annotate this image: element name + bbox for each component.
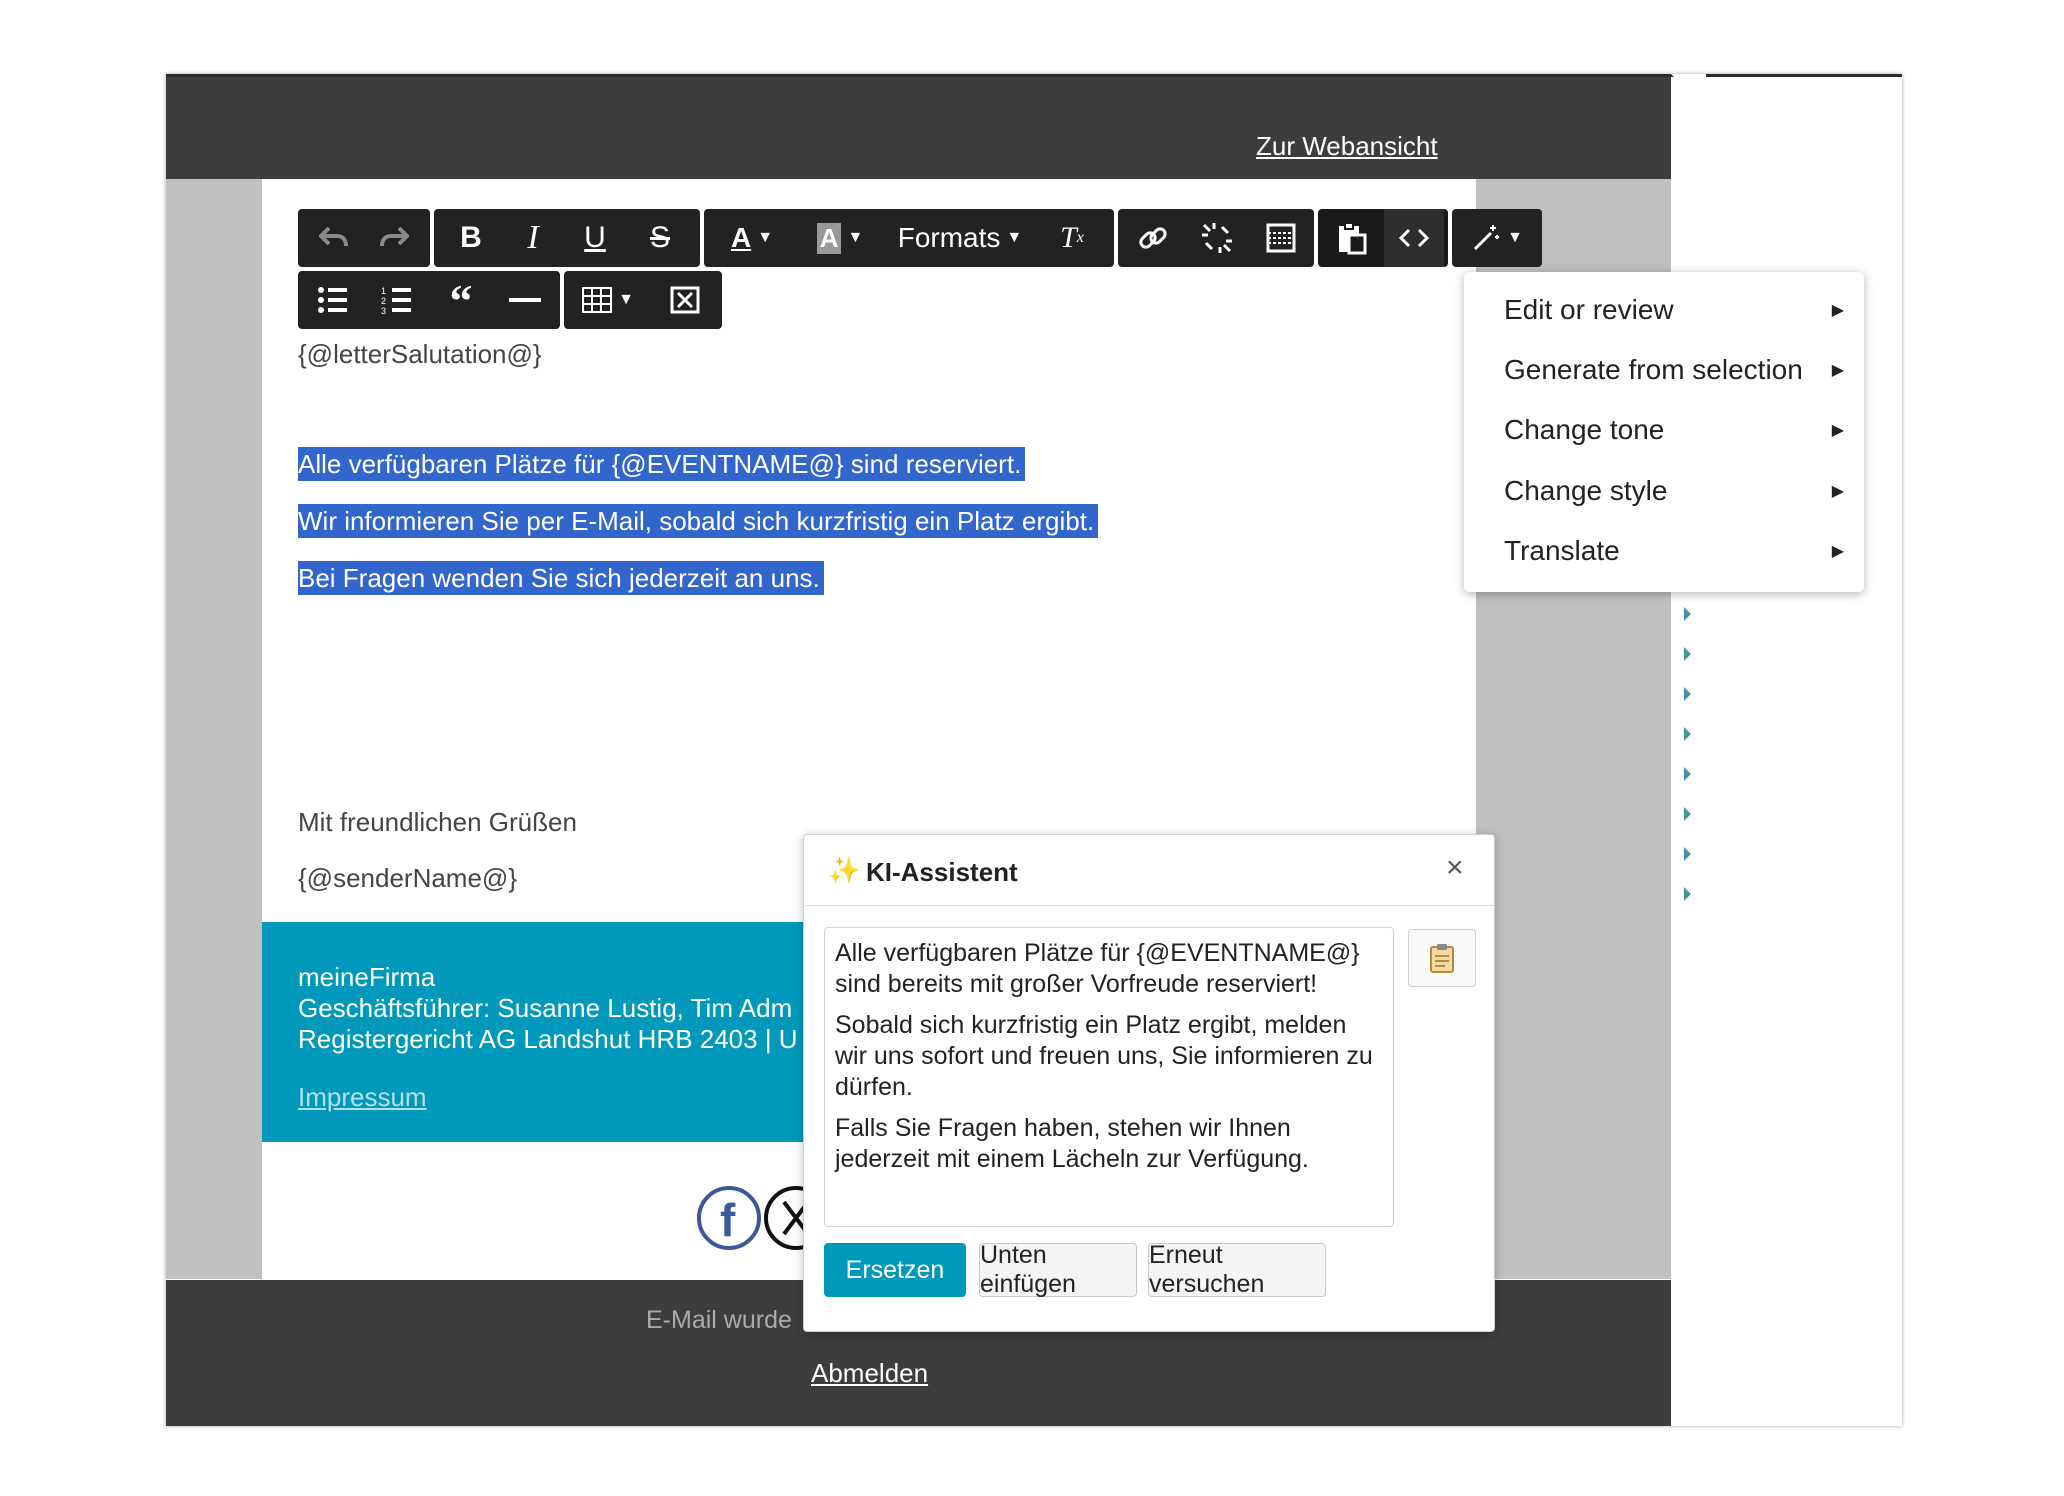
email-header-bar: Zur Webansicht xyxy=(166,77,1671,179)
background-color-icon[interactable]: A ▼ xyxy=(800,209,880,267)
menu-item-generate-from-selection[interactable]: Generate from selection ▶ xyxy=(1464,340,1864,400)
submenu-arrow-icon: ▶ xyxy=(1831,422,1844,439)
selected-line-1[interactable]: Alle verfügbaren Plätze für {@EVENTNAME@… xyxy=(298,447,1026,481)
numbered-list-icon[interactable]: 123 xyxy=(366,271,428,329)
sender-placeholder[interactable]: {@senderName@} xyxy=(298,863,517,894)
closing-text[interactable]: Mit freundlichen Grüßen xyxy=(298,807,577,838)
salutation-placeholder[interactable]: {@letterSalutation@} xyxy=(298,339,542,370)
retry-button[interactable]: Erneut versuchen xyxy=(1148,1241,1326,1298)
company-name: meineFirma xyxy=(298,962,436,992)
menu-item-change-tone[interactable]: Change tone ▶ xyxy=(1464,400,1864,460)
unlink-icon[interactable] xyxy=(1186,209,1248,267)
replace-button[interactable]: Ersetzen xyxy=(824,1243,966,1297)
clipboard-icon xyxy=(1430,944,1454,973)
source-code-icon[interactable] xyxy=(1384,209,1444,267)
sparkle-icon: ✨ xyxy=(828,855,861,885)
svg-text:1: 1 xyxy=(381,286,386,296)
register-info: Registergericht AG Landshut HRB 2403 | U xyxy=(298,1024,798,1054)
unsubscribe-link[interactable]: Abmelden xyxy=(811,1358,928,1389)
ai-menu: Edit or review ▶ Generate from selection ▶… xyxy=(1464,272,1864,592)
insert-below-button[interactable]: Unten einfügen xyxy=(979,1241,1137,1298)
svg-text:2: 2 xyxy=(381,296,386,306)
ai-assistant-dialog: ✨ KI-Assistent × Alle verfügbaren Plätze… xyxy=(803,834,1495,1332)
facebook-icon: f xyxy=(697,1186,761,1250)
result-paragraph-1: Alle verfügbaren Plätze für {@EVENTNAME@… xyxy=(835,939,1360,998)
svg-text:f: f xyxy=(720,1194,736,1246)
selected-line-2[interactable]: Wir informieren Sie per E-Mail, sobald s… xyxy=(298,504,1099,538)
dialog-title: KI-Assistent xyxy=(866,857,1018,887)
ai-group: ▼ xyxy=(1452,209,1542,267)
result-paragraph-2: Sobald sich kurzfristig ein Platz ergibt… xyxy=(835,1011,1373,1101)
underline-icon[interactable]: U xyxy=(564,209,626,267)
block-group: 123 “ xyxy=(298,271,560,329)
submenu-arrow-icon: ▶ xyxy=(1831,362,1844,379)
submenu-arrow-icon: ▶ xyxy=(1831,483,1844,500)
submenu-arrow-icon: ▶ xyxy=(1831,543,1844,560)
table-icon[interactable]: ▼ xyxy=(572,271,644,329)
text-color-icon[interactable]: A ▼ xyxy=(712,209,792,267)
close-icon[interactable]: × xyxy=(1446,851,1464,885)
table-group: ▼ xyxy=(564,271,722,329)
managing-directors: Geschäftsführer: Susanne Lustig, Tim Adm xyxy=(298,993,793,1023)
menu-item-edit-or-review[interactable]: Edit or review ▶ xyxy=(1464,280,1864,340)
result-paragraph-3: Falls Sie Fragen haben, stehen wir Ihnen… xyxy=(835,1114,1309,1173)
sent-notice: E-Mail wurde xyxy=(646,1306,792,1334)
italic-icon[interactable]: I xyxy=(502,209,564,267)
menu-item-change-style[interactable]: Change style ▶ xyxy=(1464,461,1864,521)
page-break-icon[interactable] xyxy=(1250,209,1312,267)
link-icon[interactable] xyxy=(1122,209,1184,267)
ai-result-textarea[interactable]: Alle verfügbaren Plätze für {@EVENTNAME@… xyxy=(824,927,1394,1227)
format-group: B I U S xyxy=(434,209,700,267)
redo-icon[interactable] xyxy=(364,209,424,267)
magic-wand-icon[interactable]: ▼ xyxy=(1458,209,1536,267)
web-view-link[interactable]: Zur Webansicht xyxy=(1256,131,1438,162)
copy-button[interactable] xyxy=(1408,929,1476,987)
formats-dropdown[interactable]: Formats ▼ xyxy=(890,209,1030,267)
dialog-header: ✨ KI-Assistent × xyxy=(804,835,1494,906)
delete-table-icon[interactable] xyxy=(654,271,716,329)
selected-line-3[interactable]: Bei Fragen wenden Sie sich jederzeit an … xyxy=(298,561,824,595)
strikethrough-icon[interactable]: S xyxy=(628,209,692,267)
paste-icon[interactable] xyxy=(1322,209,1382,267)
submenu-arrow-icon: ▶ xyxy=(1831,302,1844,319)
clear-formatting-icon[interactable]: Tx xyxy=(1040,209,1104,267)
horizontal-rule-icon[interactable] xyxy=(494,271,556,329)
formats-label: Formats xyxy=(897,222,1001,253)
impressum-link[interactable]: Impressum xyxy=(298,1082,427,1113)
svg-text:3: 3 xyxy=(381,306,386,315)
bullet-list-icon[interactable] xyxy=(302,271,364,329)
link-group xyxy=(1118,209,1314,267)
blockquote-icon[interactable]: “ xyxy=(430,271,492,329)
paste-code-group xyxy=(1318,209,1448,267)
menu-item-translate[interactable]: Translate ▶ xyxy=(1464,521,1864,581)
history-group xyxy=(298,209,430,267)
undo-icon[interactable] xyxy=(304,209,364,267)
bold-icon[interactable]: B xyxy=(440,209,502,267)
style-group: A ▼ A ▼ Formats ▼ Tx xyxy=(704,209,1114,267)
